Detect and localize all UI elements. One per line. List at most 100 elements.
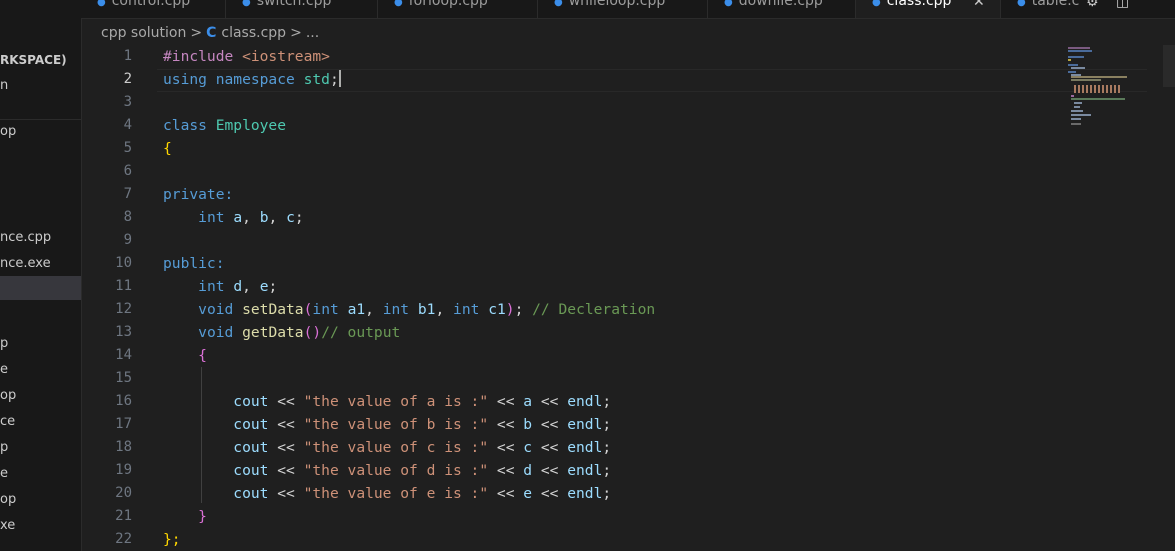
code-line: 9 (81, 229, 1175, 252)
code-line: 6 (81, 160, 1175, 183)
breadcrumb-file[interactable]: class.cpp (221, 25, 286, 41)
sidebar-item-file[interactable]: nce.exe (0, 252, 81, 276)
minimap-line (1071, 110, 1083, 112)
workspace-header[interactable]: RKSPACE) (0, 48, 81, 72)
cpp-file-icon: ● (1017, 0, 1026, 8)
tab-whileloop[interactable]: ● whileloop.cpp (538, 0, 708, 18)
close-icon[interactable]: ✕ (973, 0, 985, 10)
minimap-line (1071, 76, 1127, 78)
minimap-line (1071, 123, 1081, 125)
minimap-line (1074, 102, 1082, 104)
sidebar-item-file[interactable]: p (0, 436, 81, 460)
minimap-line (1068, 59, 1071, 61)
minimap-line (1068, 47, 1090, 49)
code-line: 11 int d, e; (81, 275, 1175, 298)
sidebar-item-file[interactable]: p (0, 332, 81, 356)
tab-switch[interactable]: ● switch.cpp (226, 0, 378, 18)
sidebar-item-file[interactable]: xe (0, 514, 81, 538)
cpp-file-icon: C (206, 25, 217, 41)
code-line: 20 cout << "the value of e is :" << e <<… (81, 482, 1175, 505)
sidebar-item-file[interactable]: op (0, 384, 81, 408)
line-number: 3 (123, 94, 132, 110)
editor-tab-bar: ● control.cpp ● switch.cpp ● forloop.cpp ● w… (81, 0, 1175, 19)
minimap-line (1068, 56, 1084, 58)
sidebar-item-file[interactable]: e (0, 358, 81, 382)
code-line: 22 }; (81, 528, 1175, 551)
cpp-file-icon: ● (242, 0, 251, 8)
cpp-file-icon: ● (554, 0, 563, 8)
code-line: 17 cout << "the value of b is :" << b <<… (81, 413, 1175, 436)
sidebar-item-file[interactable]: op (0, 488, 81, 512)
code-text: #include <iostream> (163, 48, 330, 65)
line-number: 12 (115, 301, 132, 317)
tab-forloop[interactable]: ● forloop.cpp (378, 0, 538, 18)
code-text: } (198, 508, 207, 525)
line-number: 6 (123, 163, 132, 179)
sidebar-item-selected[interactable] (0, 276, 81, 300)
vertical-scrollbar[interactable] (1160, 45, 1175, 551)
minimap-line (1074, 106, 1080, 108)
minimap-block (1074, 85, 1120, 93)
line-number: 20 (115, 485, 132, 501)
line-number: 21 (115, 508, 132, 524)
scrollbar-thumb[interactable] (1163, 45, 1175, 87)
text-cursor (338, 70, 341, 87)
cpp-file-icon: ● (872, 0, 881, 8)
code-line: 5 { (81, 137, 1175, 160)
line-number: 16 (115, 393, 132, 409)
minimap-line (1071, 79, 1101, 81)
tab-control[interactable]: ● control.cpp (81, 0, 226, 18)
line-number: 7 (123, 186, 132, 202)
code-line: 15 (81, 367, 1175, 390)
chevron-right-icon: > (190, 25, 203, 41)
minimap-line (1071, 67, 1085, 69)
sidebar-item-folder[interactable]: n (0, 74, 81, 98)
breadcrumb-symbols[interactable]: ... (306, 25, 319, 41)
code-line: 4 class Employee (81, 114, 1175, 137)
line-number: 13 (115, 324, 132, 340)
code-text: cout << "the value of d is :" << d << en… (233, 462, 612, 479)
sidebar-item-file[interactable]: ce (0, 410, 81, 434)
split-editor-icon[interactable]: ◫ (1116, 0, 1129, 10)
code-line: 8 int a, b, c; (81, 206, 1175, 229)
minimap-line (1071, 98, 1125, 100)
code-text: { (163, 140, 172, 157)
cpp-file-icon: ● (394, 0, 403, 8)
code-text: int a, b, c; (198, 209, 304, 226)
code-line: 3 (81, 91, 1175, 114)
minimap-line (1071, 114, 1091, 116)
line-number: 2 (123, 71, 132, 87)
cpp-file-icon: ● (724, 0, 733, 8)
minimap-line (1068, 71, 1076, 73)
code-line: 7 private: (81, 183, 1175, 206)
minimap-line (1071, 118, 1081, 120)
code-text: public: (163, 255, 225, 272)
line-number: 17 (115, 416, 132, 432)
code-text: void getData()// output (198, 324, 401, 341)
line-number: 9 (123, 232, 132, 248)
code-line: 10 public: (81, 252, 1175, 275)
code-text: cout << "the value of a is :" << a << en… (233, 393, 612, 410)
code-line: 13 void getData()// output (81, 321, 1175, 344)
line-number: 8 (123, 209, 132, 225)
line-number: 1 (123, 48, 132, 64)
code-editor[interactable]: 1 #include <iostream> 2 using namespace … (81, 45, 1175, 551)
breadcrumb-folder[interactable]: cpp solution (101, 25, 186, 41)
tab-table[interactable]: ● table.c (1001, 0, 1091, 18)
code-line: 19 cout << "the value of d is :" << d <<… (81, 459, 1175, 482)
minimap-line (1071, 95, 1074, 97)
minimap[interactable] (1066, 45, 1132, 135)
sidebar-item-file[interactable]: nce.cpp (0, 226, 81, 250)
sidebar-item-file[interactable]: e (0, 462, 81, 486)
sidebar-item-file[interactable]: op (0, 120, 81, 144)
code-text: private: (163, 186, 234, 203)
code-text: void setData(int a1, int b1, int c1); //… (198, 301, 656, 318)
code-line: 18 cout << "the value of c is :" << c <<… (81, 436, 1175, 459)
line-number: 5 (123, 140, 132, 156)
gear-icon[interactable]: ⚙ (1086, 0, 1099, 10)
code-line: 14 { (81, 344, 1175, 367)
code-text: class Employee (163, 117, 287, 134)
tab-dowhile[interactable]: ● dowhile.cpp (708, 0, 856, 18)
line-number: 11 (115, 278, 132, 294)
code-text: cout << "the value of b is :" << b << en… (233, 416, 612, 433)
